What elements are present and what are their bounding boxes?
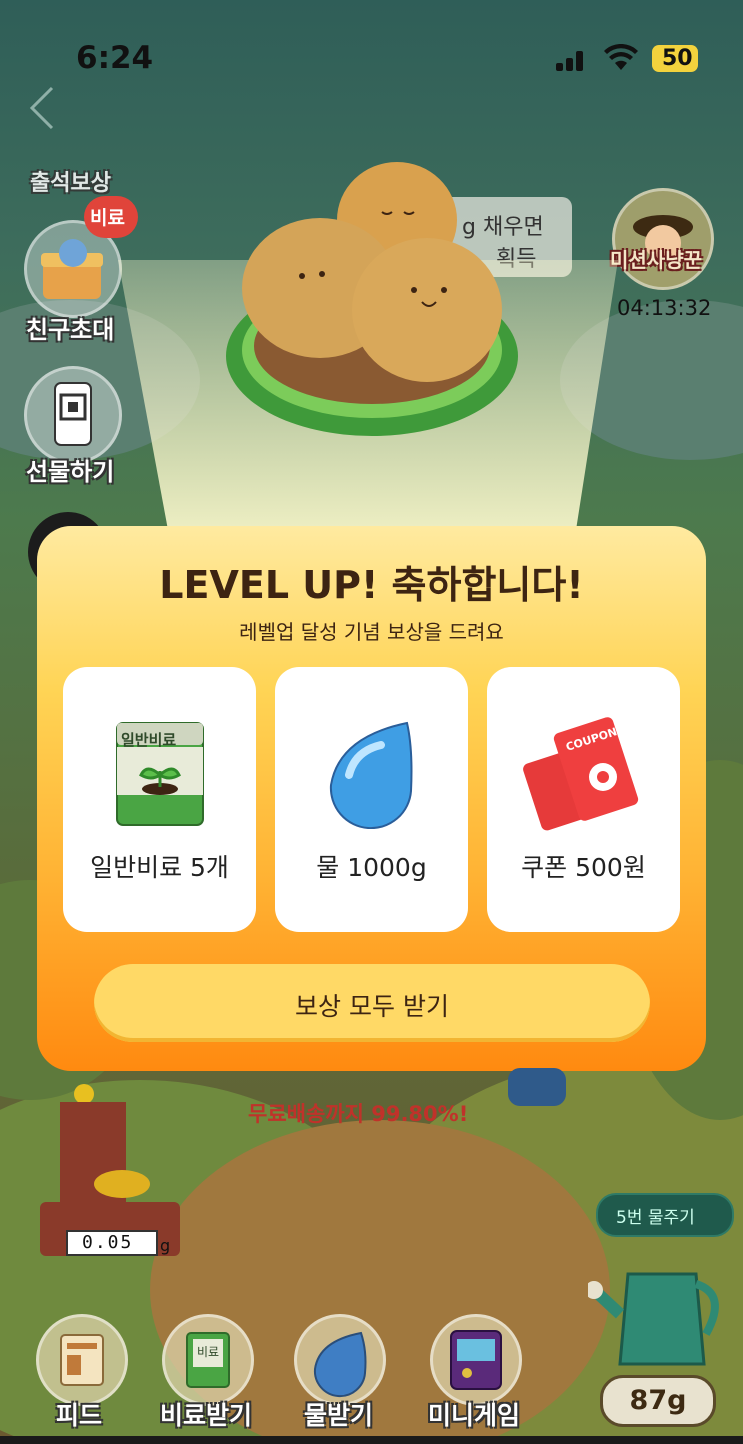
popup-title: LEVEL UP! 축하합니다! xyxy=(159,563,584,607)
chevron-left-icon xyxy=(29,86,54,130)
gift-label[interactable]: 선물하기 xyxy=(26,452,114,487)
water-amount: 87g xyxy=(629,1385,687,1416)
qr-phone-icon xyxy=(54,382,92,446)
mission-hunter-label[interactable]: 미션사냥꾼 xyxy=(610,244,702,273)
nav-feed-label[interactable]: 피드 xyxy=(56,1396,102,1432)
claim-all-label: 보상 모두 받기 xyxy=(295,992,449,1021)
nav-get-water-label[interactable]: 물받기 xyxy=(304,1396,373,1432)
watering-can-icon[interactable] xyxy=(588,1254,738,1374)
gauge-value: 0.05 xyxy=(82,1232,134,1253)
wifi-icon xyxy=(604,43,638,72)
signal-icon xyxy=(556,50,586,71)
fertilizer-icon xyxy=(186,1332,230,1388)
water-drop-icon xyxy=(329,721,413,829)
reward-card-coupon: COUPON 쿠폰 500원 xyxy=(487,667,680,932)
level-up-popup: LEVEL UP! 축하합니다! 레벨업 달성 기념 보상을 드려요 일반비료 … xyxy=(37,526,706,1071)
reward-label-fertilizer: 일반비료 5개 xyxy=(90,853,229,882)
fertilizer-badge: 비료 xyxy=(84,196,138,238)
water-amount-badge: 87g xyxy=(600,1375,716,1427)
nav-get-water-button[interactable] xyxy=(294,1314,386,1406)
nav-get-fertilizer-button[interactable]: 비료 xyxy=(162,1314,254,1406)
popup-subtitle: 레벨업 달성 기념 보상을 드려요 xyxy=(239,620,504,644)
gauge-unit: g xyxy=(160,1236,171,1255)
mission-hunter-button[interactable] xyxy=(612,188,714,290)
arcade-icon xyxy=(450,1330,502,1390)
nav-minigame-label[interactable]: 미니게임 xyxy=(428,1396,520,1432)
battery-indicator: 50 xyxy=(652,45,698,72)
mission-timer: 04:13:32 xyxy=(617,296,712,320)
truck-icon xyxy=(508,1068,566,1106)
reward-card-fertilizer: 일반비료 일반비료 5개 xyxy=(63,667,256,932)
water-five-times-label: 5번 물주기 xyxy=(616,1208,695,1228)
water-five-times-button[interactable]: 5번 물주기 xyxy=(596,1193,734,1237)
potato-level-icon xyxy=(226,162,518,436)
nav-fertilizer-badge: 비료 xyxy=(197,1345,220,1359)
back-button[interactable] xyxy=(26,86,58,130)
nav-minigame-button[interactable] xyxy=(430,1314,522,1406)
reward-label-coupon: 쿠폰 500원 xyxy=(521,853,646,882)
gift-button[interactable] xyxy=(24,366,122,464)
invite-friend-label[interactable]: 친구초대 xyxy=(26,310,114,345)
reward-card-water: 물 1000g xyxy=(275,667,468,932)
nav-feed-button[interactable] xyxy=(36,1314,128,1406)
home-indicator xyxy=(0,1436,743,1444)
water-gauge: 0.05 xyxy=(66,1230,158,1256)
feed-icon xyxy=(60,1334,104,1386)
coupon-icon xyxy=(523,717,639,831)
water-drop-small-icon xyxy=(313,1331,367,1398)
attendance-label[interactable]: 출석보상 xyxy=(30,165,111,197)
nav-get-fertilizer-label[interactable]: 비료받기 xyxy=(160,1396,252,1432)
claim-all-button[interactable]: 보상 모두 받기 xyxy=(94,964,650,1042)
reward-label-water: 물 1000g xyxy=(316,853,427,882)
battery-level: 50 xyxy=(662,46,693,71)
status-time: 6:24 xyxy=(76,40,154,76)
fertilizer-bag-text: 일반비료 xyxy=(121,731,177,749)
shipping-progress-text: 무료배송까지 99.80%! xyxy=(248,1102,469,1126)
